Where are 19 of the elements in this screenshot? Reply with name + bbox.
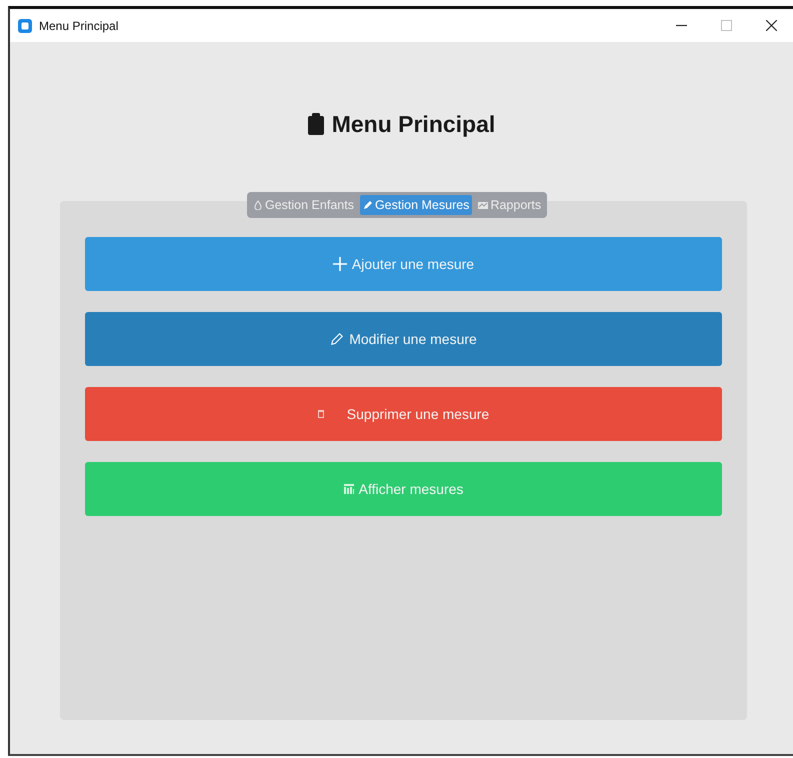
- report-icon: [478, 200, 488, 210]
- tab[interactable]: Gestion Mesures: [360, 195, 472, 215]
- drop-icon: [253, 200, 263, 210]
- page-title: Menu Principal: [332, 110, 496, 138]
- action-button[interactable]: Ajouter une mesure: [85, 237, 722, 291]
- window-title: Menu Principal: [39, 18, 118, 32]
- pencil-icon: [330, 332, 344, 346]
- tab[interactable]: Gestion Enfants: [250, 195, 357, 215]
- app-icon: [18, 18, 32, 32]
- action-button[interactable]: Modifier une mesure: [85, 312, 722, 366]
- clipboard-icon: [308, 113, 324, 135]
- action-button[interactable]: Afficher mesures: [85, 462, 722, 516]
- action-button[interactable]: Supprimer une mesure: [85, 387, 722, 441]
- close-icon[interactable]: [766, 20, 777, 31]
- tab[interactable]: Rapports: [475, 195, 544, 215]
- plus-icon: [332, 257, 347, 271]
- trash-icon: [318, 410, 324, 418]
- pencil-icon: [362, 200, 373, 210]
- bar-chart-icon: [344, 484, 354, 494]
